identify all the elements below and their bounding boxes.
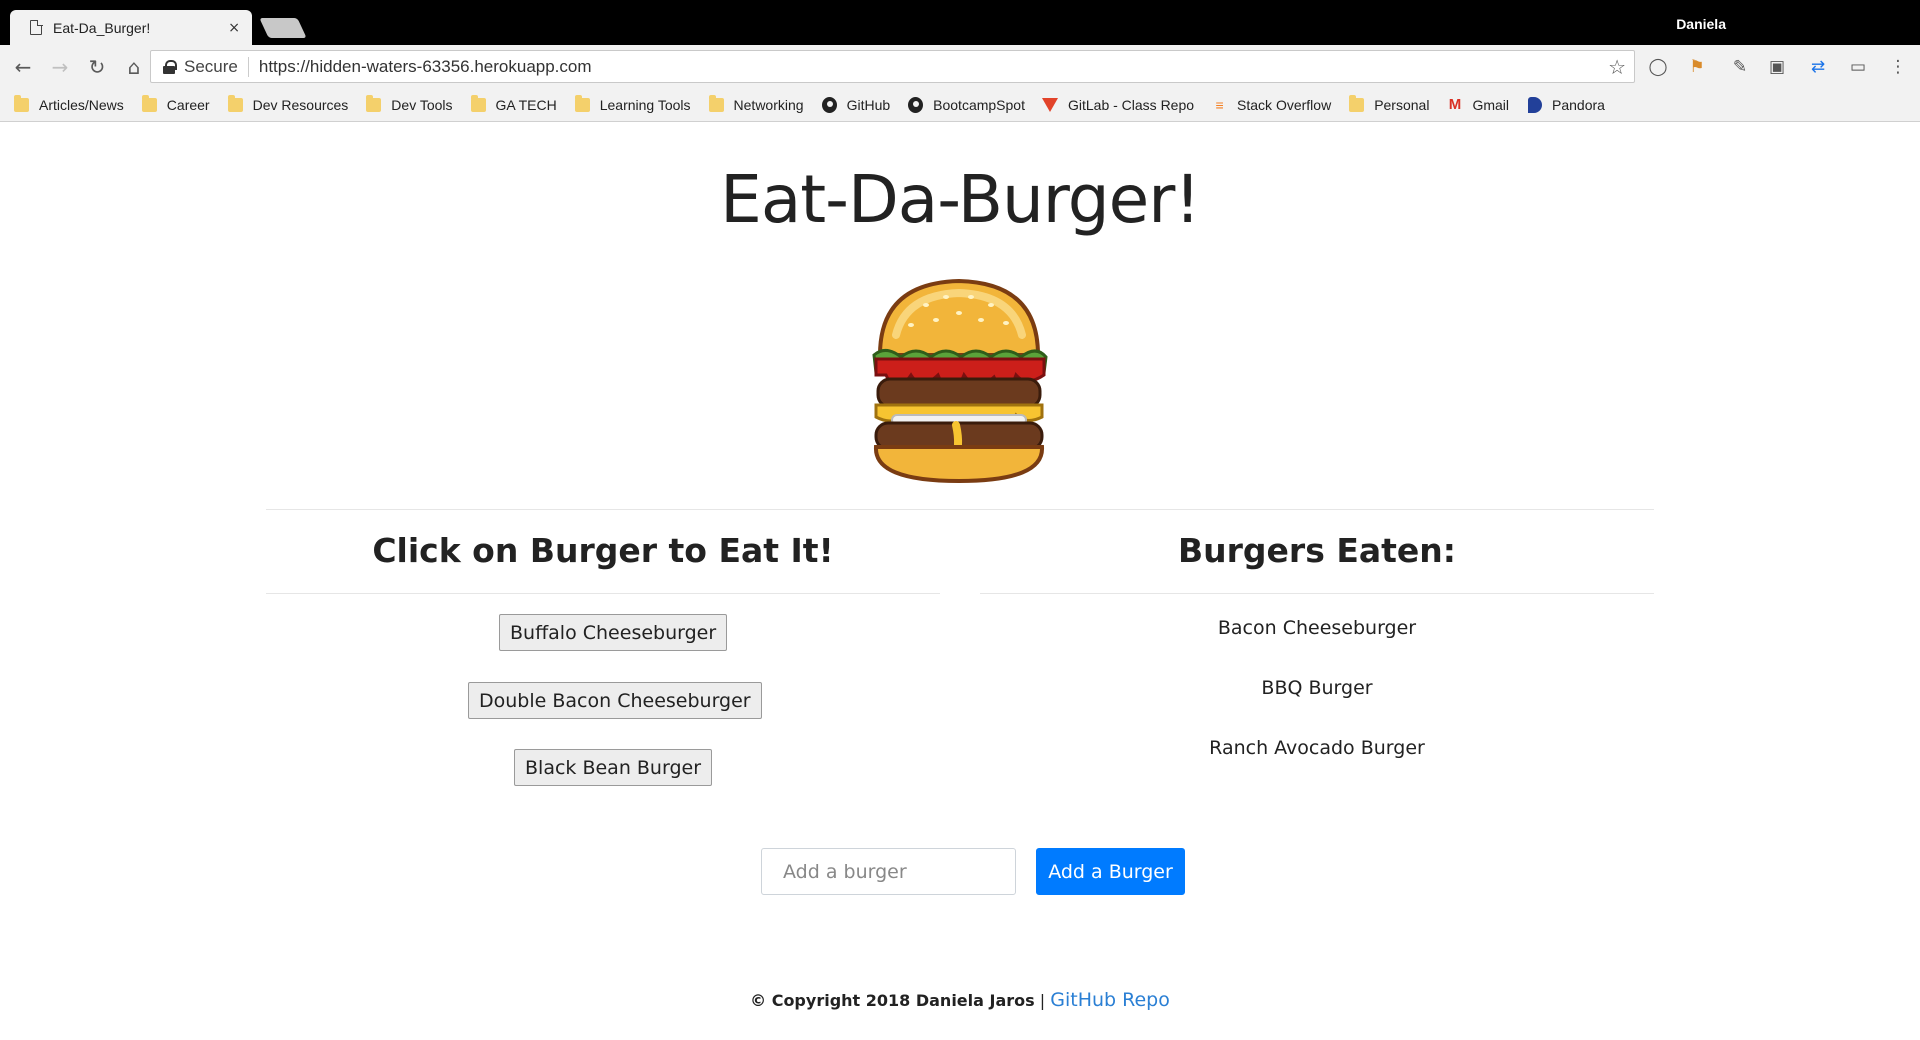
address-bar[interactable]: Secure https://hidden-waters-63356.herok… [150,50,1635,83]
footer-copyright: © Copyright 2018 Daniela Jaros [750,991,1035,1010]
eaten-burger-item: Bacon Cheeseburger [1217,617,1417,639]
profile-name[interactable]: Daniela [1676,16,1726,32]
folder-icon [574,94,590,112]
bookmark-dev-tools[interactable]: Dev Tools [366,94,453,113]
new-tab-button[interactable] [259,18,307,38]
menu-icon[interactable]: ⋮ [1886,55,1910,79]
bookmark-networking[interactable]: Networking [708,94,804,113]
lock-icon [163,59,177,74]
extension-circle-icon[interactable]: ◯ [1646,55,1670,79]
gmail-icon: M [1448,96,1462,113]
extension-arrows-icon[interactable]: ⇄ [1806,55,1830,79]
divider [266,593,940,594]
devour-black-bean-burger-button[interactable]: Black Bean Burger [514,749,713,786]
folder-icon [1349,94,1365,112]
footer: © Copyright 2018 Daniela Jaros | GitHub … [0,989,1920,1011]
eaten-burger-item: Ranch Avocado Burger [1209,737,1425,759]
page-title: Eat-Da-Burger! [720,161,1201,238]
browser-tab-strip: Eat-Da_Burger! × Daniela [0,0,1920,45]
bookmark-gitlab[interactable]: GitLab - Class Repo [1042,97,1194,113]
cast-icon[interactable]: ▭ [1846,55,1870,79]
extension-screenshot-icon[interactable]: ▣ [1765,55,1789,79]
divider [266,509,1654,510]
devour-buffalo-cheeseburger-button[interactable]: Buffalo Cheeseburger [499,614,728,651]
folder-icon [470,94,486,112]
browser-toolbar: ← → ↻ ⌂ Secure https://hidden-waters-633… [0,45,1920,88]
folder-icon [141,94,157,112]
tab-title: Eat-Da_Burger! [53,19,151,36]
eaten-heading: Burgers Eaten: [1178,531,1456,570]
burger-name-input[interactable] [761,848,1016,895]
bookmark-dev-resources[interactable]: Dev Resources [227,94,348,113]
arrow-left-icon[interactable]: ← [6,50,40,84]
reload-icon[interactable]: ↻ [80,50,114,84]
arrow-right-icon[interactable]: → [43,50,77,84]
omnibox-divider [247,56,249,77]
star-icon[interactable]: ☆ [1608,55,1626,79]
footer-separator: | [1039,991,1046,1010]
eaten-burger-item: BBQ Burger [1261,677,1373,699]
folder-icon [14,94,29,112]
folder-icon [227,94,243,112]
github-repo-link[interactable]: GitHub Repo [1050,989,1170,1011]
bookmark-personal[interactable]: Personal [1349,94,1429,113]
bookmark-articles-news[interactable]: Articles/News [14,94,124,113]
github-icon [908,96,924,113]
bookmark-bootcampspot[interactable]: BootcampSpot [908,96,1025,113]
url-text[interactable]: https://hidden-waters-63356.herokuapp.co… [259,57,1608,77]
stack-overflow-icon: ≡ [1215,96,1224,113]
burger-image [872,278,1048,484]
github-icon [821,96,837,113]
folder-icon [366,94,382,112]
folder-icon [708,94,724,112]
page-content: Eat-Da-Burger! Click on Burger to Eat It… [0,123,1920,1040]
uneaten-heading: Click on Burger to Eat It! [372,531,834,570]
divider [980,593,1654,594]
bookmarks-bar: Articles/News Career Dev Resources Dev T… [0,88,1920,122]
page-icon [30,19,43,35]
browser-tab[interactable]: Eat-Da_Burger! × [10,10,252,45]
bookmark-career[interactable]: Career [141,94,210,113]
bookmark-ga-tech[interactable]: GA TECH [470,94,557,113]
bookmark-pandora[interactable]: Pandora [1527,96,1605,113]
devour-double-bacon-cheeseburger-button[interactable]: Double Bacon Cheeseburger [468,682,762,719]
bookmark-gmail[interactable]: M Gmail [1447,96,1509,113]
gitlab-icon [1042,97,1059,112]
pandora-icon [1527,96,1542,113]
extension-pin-icon[interactable]: ⚑ [1685,55,1709,79]
close-icon[interactable]: × [228,20,240,36]
bookmark-github[interactable]: GitHub [821,96,890,113]
bookmark-learning-tools[interactable]: Learning Tools [574,94,691,113]
secure-label: Secure [184,56,238,76]
bookmark-stack-overflow[interactable]: ≡ Stack Overflow [1212,97,1331,113]
add-burger-button[interactable]: Add a Burger [1036,848,1185,895]
extension-dropper-icon[interactable]: ✎ [1728,55,1752,79]
home-icon[interactable]: ⌂ [117,50,151,84]
